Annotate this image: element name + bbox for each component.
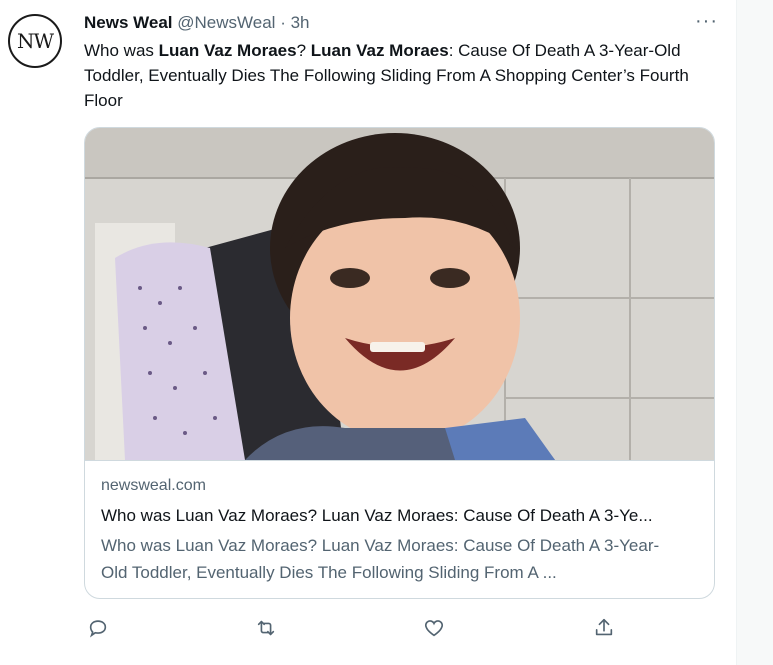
- tweet-header: News Weal @NewsWeal · 3h: [84, 12, 310, 34]
- right-panel-edge: [736, 0, 773, 665]
- link-card[interactable]: newsweal.com Who was Luan Vaz Moraes? Lu…: [84, 127, 715, 599]
- card-title[interactable]: Who was Luan Vaz Moraes? Luan Vaz Moraes…: [101, 504, 701, 528]
- avatar-logo-text: NW: [16, 29, 54, 53]
- tweet[interactable]: NW News Weal @NewsWeal · 3h ··· Who was …: [0, 0, 773, 665]
- card-description: Who was Luan Vaz Moraes? Luan Vaz Moraes…: [101, 536, 660, 582]
- tweet-text-part: ?: [296, 41, 311, 60]
- author-name[interactable]: News Weal: [84, 13, 173, 32]
- avatar[interactable]: NW: [8, 14, 62, 68]
- more-options-icon[interactable]: ···: [695, 10, 718, 32]
- tweet-text-bold: Luan Vaz Moraes: [310, 41, 449, 60]
- card-image[interactable]: [85, 128, 715, 461]
- author-handle[interactable]: @NewsWeal: [177, 13, 275, 32]
- card-body: newsweal.com Who was Luan Vaz Moraes? Lu…: [101, 476, 701, 586]
- tweet-text-part: Who was: [84, 41, 159, 60]
- retweet-icon[interactable]: [252, 614, 280, 642]
- separator: ·: [280, 13, 286, 32]
- tweet-text-bold: Luan Vaz Moraes: [158, 41, 297, 60]
- share-icon[interactable]: [590, 614, 618, 642]
- reply-icon[interactable]: [84, 614, 112, 642]
- action-bar: [84, 614, 624, 644]
- tweet-text: Who was Luan Vaz Moraes? Luan Vaz Moraes…: [84, 38, 714, 113]
- tweet-time[interactable]: 3h: [291, 13, 310, 32]
- like-icon[interactable]: [420, 614, 448, 642]
- card-domain: newsweal.com: [101, 477, 206, 494]
